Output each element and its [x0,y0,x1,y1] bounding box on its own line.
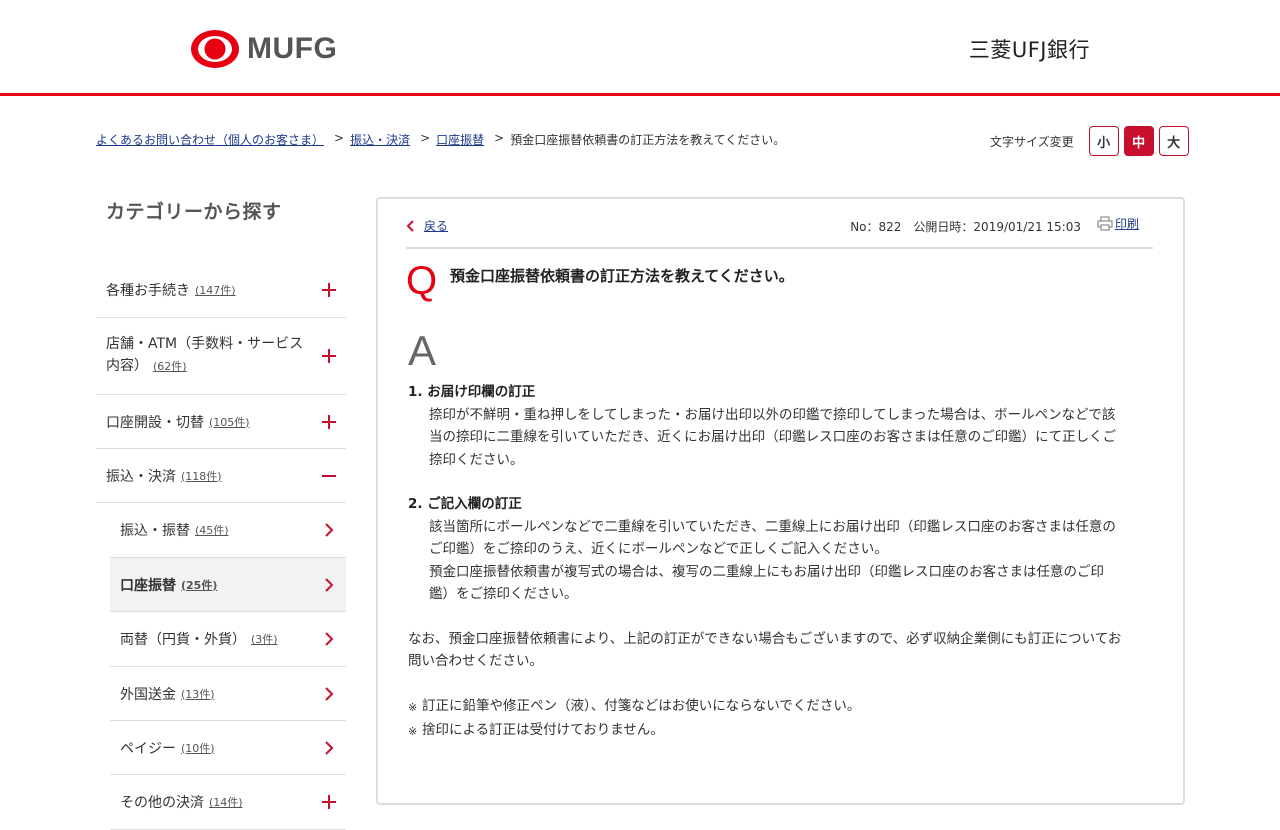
category-item-transfer-payment[interactable]: 振込・決済 (118件) [96,449,346,503]
minus-icon[interactable] [322,469,336,483]
category-count[interactable]: (14件) [209,794,243,810]
category-sidebar: カテゴリーから探す 各種お手続き (147件) 店舗・ATM（手数料・サービス … [96,197,346,830]
text-line: 該当箇所にボールペンなどで二重線を引いていただき、二重線上にお届け出印（印鑑レス… [429,518,1116,535]
plus-icon[interactable] [322,414,336,429]
category-count[interactable]: (3件) [251,631,278,647]
chevron-right-icon[interactable] [322,523,336,537]
text-line: 問い合わせください。 [408,653,543,669]
chevron-right-icon[interactable] [322,740,336,755]
chevron-right-icon[interactable] [322,686,336,701]
category-label: 口座振替 [120,577,176,594]
faq-meta: No：822 公開日時：2019/01/21 15:03 [850,220,1081,234]
text-line: なお、預金口座振替依頼書により、上記の訂正ができない場合もございますので、必ず収… [408,630,1122,647]
site-header: MUFG 三菱UFJ銀行 [0,0,1280,96]
font-size-small-button[interactable]: 小 [1088,126,1119,156]
breadcrumb-link-faq-top[interactable]: よくあるお問い合わせ（個人のお客さま） [96,131,324,148]
category-item-account-transfer[interactable]: 口座振替 (25件) [110,558,346,612]
breadcrumb-link-account-transfer[interactable]: 口座振替 [436,131,484,148]
bank-name[interactable]: 三菱UFJ銀行 [969,34,1090,64]
section2-heading: 2. ご記入欄の訂正 [408,496,522,512]
mufg-logo-icon [190,29,240,69]
text-line: 鑑）をご捺印ください。 [429,586,578,602]
question-mark-q: Q [406,259,438,303]
category-item-account-opening[interactable]: 口座開設・切替 (105件) [96,395,346,449]
print-link-label: 印刷 [1114,217,1139,231]
sidebar-title: カテゴリーから探す [96,197,346,229]
category-label: 外国送金 [120,686,176,703]
plus-icon[interactable] [322,283,336,297]
breadcrumb-separator: > [334,131,345,145]
back-link-label: 戻る [424,219,449,233]
category-item-exchange[interactable]: 両替（円貨・外貨） (3件) [110,612,346,667]
faq-answer-panel: 戻る No：822 公開日時：2019/01/21 15:03 印刷 Q 預金口… [376,197,1185,805]
note-item: ※ 捨印による訂正は受付けておりません。 [408,719,1156,744]
answer-mark-a: A [408,327,437,374]
category-count[interactable]: (147件) [195,282,236,298]
note-text: 訂正に鉛筆や修正ペン（液）、付箋などはお使いにならないでください。 [422,697,861,714]
font-size-label: 文字サイズ変更 [990,134,1074,149]
text-line: 預金口座振替依頼書が複写式の場合は、複写の二重線上にもお届け出印（印鑑レス口座の… [429,563,1104,580]
category-label: 振込・振替 [120,523,190,539]
note-item: ※ 訂正に鉛筆や修正ペン（液）、付箋などはお使いにならないでください。 [408,695,1156,720]
note-text: 捨印による訂正は受付けておりません。 [422,722,664,738]
category-item-foreign-remittance[interactable]: 外国送金 (13件) [110,667,346,721]
chevron-right-icon[interactable] [322,632,336,646]
category-item-furikomi[interactable]: 振込・振替 (45件) [110,503,346,558]
plus-icon[interactable] [322,795,336,809]
mufg-logo[interactable]: MUFG [190,29,337,69]
note-mark: ※ [408,700,418,714]
category-item-procedures[interactable]: 各種お手続き (147件) [96,263,346,318]
printer-icon [1097,216,1113,231]
mufg-logo-text: MUFG [247,32,338,65]
category-label: 振込・決済 [106,468,176,485]
category-count[interactable]: (25件) [181,577,217,593]
category-label-line2: 内容） [106,358,148,374]
answer-body: 1. お届け印欄の訂正 捺印が不鮮明・重ね押しをしてしまった・お届け出印以外の印… [408,381,1156,744]
back-link[interactable]: 戻る [406,217,448,234]
text-line: 捺印ください。 [429,451,524,468]
section1-body: 捺印が不鮮明・重ね押しをしてしまった・お届け出印以外の印鑑で捺印してしまった場合… [408,404,1156,472]
print-link[interactable]: 印刷 [1097,215,1139,232]
text-line: ご印鑑）をご捺印のうえ、近くにボールペンなどで正しくご記入ください。 [429,541,888,557]
category-count[interactable]: (45件) [195,522,229,538]
question-title: 預金口座振替依頼書の訂正方法を教えてください。 [450,267,794,285]
category-label: 店舗・ATM（手数料・サービス 内容） (62件) [106,333,303,378]
breadcrumb-separator: > [420,131,431,145]
section2-body: 該当箇所にボールペンなどで二重線を引いていただき、二重線上にお届け出印（印鑑レス… [408,516,1156,606]
breadcrumb-separator: > [494,131,505,145]
category-count[interactable]: (105件) [209,414,250,430]
category-label: その他の決済 [120,795,204,811]
chevron-right-icon[interactable] [322,577,336,592]
category-label: 各種お手続き [106,283,190,299]
category-label-line1: 店舗・ATM（手数料・サービス [106,336,304,352]
category-list: 各種お手続き (147件) 店舗・ATM（手数料・サービス 内容） (62件) 口… [96,263,346,830]
category-count[interactable]: (10件) [181,740,215,756]
category-label: ペイジー [120,740,176,757]
font-size-large-button[interactable]: 大 [1158,126,1189,156]
category-item-other-payment[interactable]: その他の決済 (14件) [110,775,346,830]
breadcrumb-current: 預金口座振替依頼書の訂正方法を教えてください。 [510,133,786,147]
answer-toolbar: 戻る No：822 公開日時：2019/01/21 15:03 印刷 [406,213,1153,249]
category-count[interactable]: (62件) [153,360,187,373]
text-line: 当の捺印に二重線を引いていただき、近くにお届け出印（印鑑レス口座のお客さまは任意… [429,429,1117,445]
category-count[interactable]: (13件) [181,686,215,702]
plus-icon[interactable] [322,349,336,363]
category-item-payeasy[interactable]: ペイジー (10件) [110,721,346,775]
font-size-switcher: 文字サイズ変更 小 中 大 [990,126,1189,156]
note-mark: ※ [408,725,418,738]
category-count[interactable]: (118件) [181,468,222,484]
text-line: 捺印が不鮮明・重ね押しをしてしまった・お届け出印以外の印鑑で捺印してしまった場合… [429,406,1116,423]
category-label: 口座開設・切替 [106,414,204,431]
breadcrumb: よくあるお問い合わせ（個人のお客さま） > 振込・決済 > 口座振替 > 預金口… [96,131,785,148]
category-label: 両替（円貨・外貨） [120,632,246,648]
closing-paragraph: なお、預金口座振替依頼書により、上記の訂正ができない場合もございますので、必ず収… [408,628,1156,673]
section1-heading: 1. お届け印欄の訂正 [408,384,536,400]
category-item-branch-atm[interactable]: 店舗・ATM（手数料・サービス 内容） (62件) [96,318,346,395]
font-size-medium-button[interactable]: 中 [1123,126,1154,156]
chevron-left-icon [406,219,414,232]
breadcrumb-link-transfer[interactable]: 振込・決済 [350,131,410,148]
